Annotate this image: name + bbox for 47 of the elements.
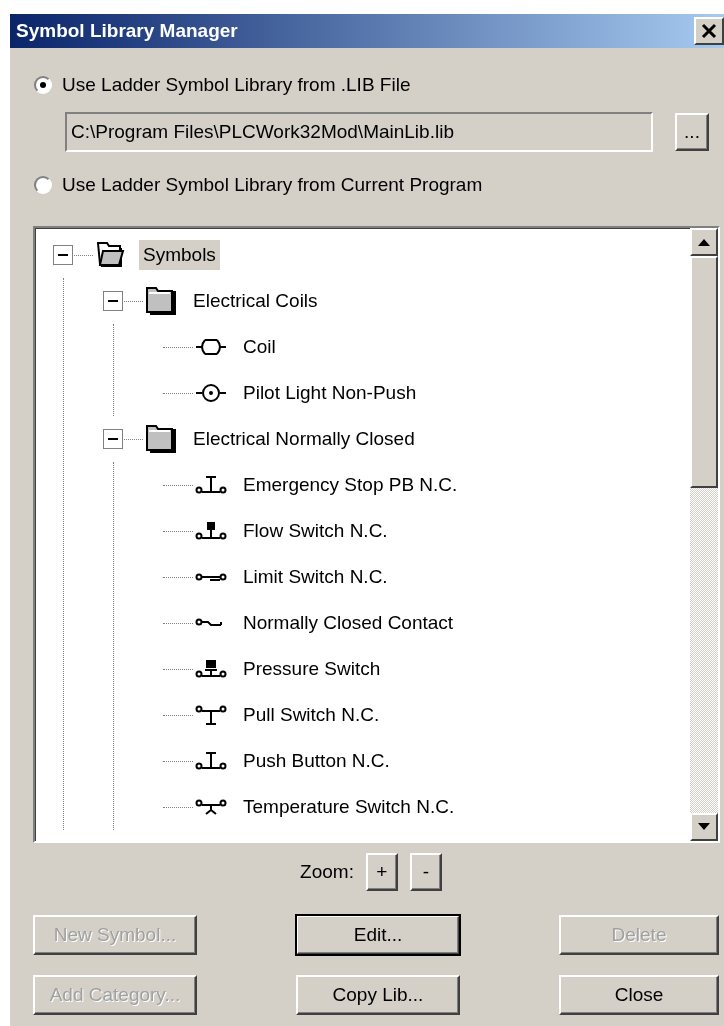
dialog-button[interactable]: Copy Lib... [296, 975, 460, 1015]
library-path-field[interactable]: C:\Program Files\PLCWork32Mod\MainLib.lib [65, 112, 653, 152]
zoom-button[interactable]: + [365, 853, 398, 891]
collapse-toggle[interactable] [103, 429, 123, 449]
tree-item[interactable]: Flow Switch N.C. [239, 516, 392, 546]
tree-item[interactable]: Electrical Normally Closed [189, 424, 419, 454]
collapse-toggle[interactable] [53, 245, 73, 265]
zoom-label: Zoom: [300, 861, 354, 883]
temperature-switch-symbol-icon [195, 797, 227, 817]
tree-item[interactable]: Electrical Coils [189, 286, 322, 316]
dialog-button[interactable]: Close [559, 975, 719, 1015]
tree-item[interactable]: Pull Switch N.C. [239, 700, 384, 730]
tree-item[interactable]: Temperature Switch N.C. [239, 792, 459, 822]
browse-button[interactable]: ... [675, 113, 709, 151]
collapse-toggle[interactable] [103, 291, 123, 311]
pressure-switch-symbol-icon [195, 658, 227, 680]
radio-button[interactable] [34, 76, 52, 94]
radio-label[interactable]: Use Ladder Symbol Library from Current Program [62, 174, 483, 196]
tree-item[interactable]: Limit Switch N.C. [239, 562, 392, 592]
tree-item[interactable]: Pilot Light Non-Push [239, 378, 421, 408]
window-title: Symbol Library Manager [16, 20, 238, 42]
close-icon-button[interactable] [694, 17, 724, 45]
radio-label[interactable]: Use Ladder Symbol Library from .LIB File [62, 74, 411, 96]
tree-item[interactable]: Normally Closed Contact [239, 608, 458, 638]
pilot-light-symbol-icon [195, 383, 227, 403]
scroll-up-arrow-icon[interactable] [698, 238, 710, 246]
push-button-symbol-icon [195, 750, 227, 772]
radio-button[interactable] [34, 176, 52, 194]
close-icon [701, 23, 717, 39]
tree-item[interactable]: Symbols [139, 240, 220, 270]
push-button-symbol-icon [195, 474, 227, 496]
tree-item[interactable]: Emergency Stop PB N.C. [239, 470, 462, 500]
minus-icon [58, 254, 68, 256]
minus-icon [108, 300, 118, 302]
dialog-button[interactable]: Edit... [296, 915, 460, 955]
minus-icon [108, 438, 118, 440]
coil-symbol-icon [195, 337, 227, 357]
pull-switch-symbol-icon [195, 703, 227, 727]
zoom-button[interactable]: - [409, 853, 442, 891]
tree-item[interactable]: Pressure Switch [239, 654, 385, 684]
scroll-down-arrow-icon[interactable] [698, 823, 710, 831]
flow-switch-symbol-icon [195, 520, 227, 542]
tree-item[interactable]: Coil [239, 332, 280, 362]
folder-icon [145, 286, 177, 316]
vertical-scrollbar[interactable] [690, 228, 718, 841]
folder-icon [145, 424, 177, 454]
tree-item[interactable]: Push Button N.C. [239, 746, 394, 776]
